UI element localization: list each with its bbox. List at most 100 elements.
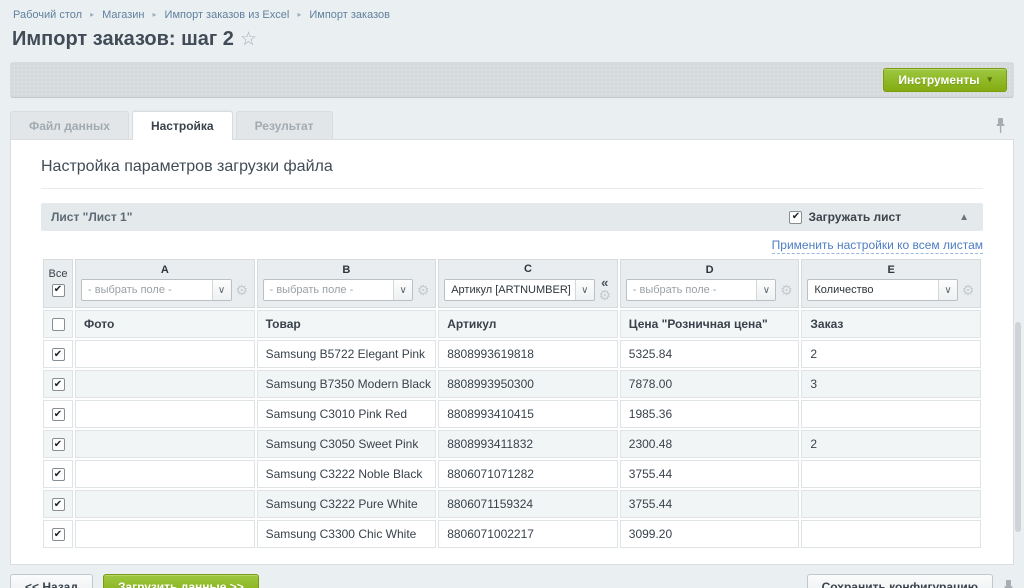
checkmark-icon: ✔ <box>54 380 62 390</box>
favorite-star-icon[interactable]: ☆ <box>240 29 257 50</box>
page-title: Импорт заказов: шаг 2☆ <box>12 28 1024 51</box>
row-checkbox[interactable]: ✔ <box>52 498 65 511</box>
tab-label: Файл данных <box>29 119 110 133</box>
breadcrumb-link-desktop[interactable]: Рабочий стол <box>13 9 82 21</box>
checkmark-icon: ✔ <box>54 500 62 510</box>
header-sku: Артикул <box>438 310 618 338</box>
gear-icon[interactable]: ⚙ <box>416 283 430 297</box>
field-select-value: - выбрать поле - <box>264 284 394 296</box>
field-select-value: Количество <box>808 284 938 296</box>
load-sheet-checkbox[interactable]: ✔ <box>789 211 802 224</box>
collapse-sheet-icon[interactable]: ▲ <box>959 212 969 223</box>
cell-product: Samsung C3222 Pure White <box>257 490 437 518</box>
caret-down-icon: ▾ <box>987 74 992 85</box>
column-letter: C <box>444 263 612 275</box>
cell-order <box>801 520 981 548</box>
checkmark-icon: ✔ <box>54 470 62 480</box>
tab-label: Настройка <box>151 119 214 133</box>
checkmark-icon: ✔ <box>54 410 62 420</box>
import-table: Все ✔ A - выбрать поле - ∨ ⚙ B - выбрать… <box>41 257 983 550</box>
tab-result[interactable]: Результат <box>236 111 333 139</box>
load-data-button[interactable]: Загрузить данные >> <box>103 574 259 588</box>
breadcrumb-link-store[interactable]: Магазин <box>102 9 144 21</box>
gear-icon[interactable]: ⚙ <box>235 283 249 297</box>
column-mapping-cell-a: A - выбрать поле - ∨ ⚙ <box>75 259 255 308</box>
gear-icon[interactable]: ⚙ <box>598 288 612 302</box>
row-checkbox[interactable]: ✔ <box>52 528 65 541</box>
table-row: ✔ Samsung B7350 Modern Black 88089939503… <box>43 370 981 398</box>
select-all-label: Все <box>44 268 72 280</box>
breadcrumb-separator-icon: ▸ <box>90 10 94 19</box>
field-select-a[interactable]: - выбрать поле - ∨ <box>81 279 232 301</box>
heading-divider <box>41 188 983 189</box>
cell-product: Samsung B7350 Modern Black <box>257 370 437 398</box>
header-order: Заказ <box>801 310 981 338</box>
cell-photo <box>75 400 255 428</box>
save-configuration-button[interactable]: Сохранить конфигурацию <box>807 574 993 588</box>
row-checkbox[interactable]: ✔ <box>52 438 65 451</box>
cell-photo <box>75 370 255 398</box>
sheet-header: Лист "Лист 1" ✔ Загружать лист ▲ <box>41 203 983 231</box>
cell-photo <box>75 340 255 368</box>
cell-order: 2 <box>801 340 981 368</box>
section-heading: Настройка параметров загрузки файла <box>41 158 983 176</box>
column-mapping-row: Все ✔ A - выбрать поле - ∨ ⚙ B - выбрать… <box>43 259 981 308</box>
pin-icon[interactable] <box>1003 580 1014 588</box>
cell-photo <box>75 490 255 518</box>
row-checkbox[interactable]: ✔ <box>52 348 65 361</box>
row-checkbox[interactable]: ✔ <box>52 408 65 421</box>
header-checkbox[interactable]: ✔ <box>52 318 65 331</box>
field-select-value: - выбрать поле - <box>627 284 757 296</box>
cell-price: 3755.44 <box>620 490 800 518</box>
cell-order <box>801 400 981 428</box>
cell-sku: 8808993619818 <box>438 340 618 368</box>
row-checkbox[interactable]: ✔ <box>52 468 65 481</box>
content-panel: Настройка параметров загрузки файла Лист… <box>10 139 1014 565</box>
select-all-checkbox[interactable]: ✔ <box>52 284 65 297</box>
load-sheet-label: Загружать лист <box>808 210 901 224</box>
breadcrumb: Рабочий стол▸Магазин▸Импорт заказов из E… <box>0 0 1024 21</box>
field-select-e[interactable]: Количество ∨ <box>807 279 958 301</box>
row-checkbox[interactable]: ✔ <box>52 378 65 391</box>
table-row: ✔ Samsung C3222 Pure White 8806071159324… <box>43 490 981 518</box>
tab-settings[interactable]: Настройка <box>132 111 233 140</box>
gear-icon[interactable]: ⚙ <box>961 283 975 297</box>
cell-price: 1985.36 <box>620 400 800 428</box>
cell-price: 5325.84 <box>620 340 800 368</box>
load-sheet-toggle[interactable]: ✔ Загружать лист <box>789 210 901 224</box>
column-mapping-cell-d: D - выбрать поле - ∨ ⚙ <box>620 259 800 308</box>
cell-order: 2 <box>801 430 981 458</box>
field-select-d[interactable]: - выбрать поле - ∨ <box>626 279 777 301</box>
cell-sku: 8806071159324 <box>438 490 618 518</box>
field-select-c[interactable]: Артикул [ARTNUMBER] ∨ <box>444 279 595 301</box>
cell-price: 2300.48 <box>620 430 800 458</box>
table-row: ✔ Samsung C3300 Chic White 8806071002217… <box>43 520 981 548</box>
row-checkbox-cell: ✔ <box>43 340 73 368</box>
tab-data-file[interactable]: Файл данных <box>10 111 129 139</box>
cell-sku: 8808993950300 <box>438 370 618 398</box>
back-button[interactable]: << Назад <box>10 574 93 588</box>
column-mapping-cell-b: B - выбрать поле - ∨ ⚙ <box>257 259 437 308</box>
column-letter: E <box>807 264 975 276</box>
field-select-value: Артикул [ARTNUMBER] <box>445 284 575 296</box>
pin-icon[interactable] <box>995 118 1006 133</box>
chevron-down-icon: ∨ <box>938 280 957 300</box>
field-select-b[interactable]: - выбрать поле - ∨ <box>263 279 414 301</box>
scrollbar-thumb[interactable] <box>1015 322 1021 532</box>
chevron-down-icon: ∨ <box>756 280 775 300</box>
tools-button-label: Инструменты <box>898 73 979 87</box>
cell-price: 7878.00 <box>620 370 800 398</box>
cell-order <box>801 490 981 518</box>
breadcrumb-link-import-excel[interactable]: Импорт заказов из Excel <box>165 9 290 21</box>
table-row: ✔ Samsung C3010 Pink Red 8808993410415 1… <box>43 400 981 428</box>
footer-button-bar: << Назад Загрузить данные >> Сохранить к… <box>10 574 1014 588</box>
apply-to-all-sheets-link[interactable]: Применить настройки ко всем листам <box>772 238 983 254</box>
gear-icon[interactable]: ⚙ <box>779 283 793 297</box>
tools-button[interactable]: Инструменты ▾ <box>883 68 1007 92</box>
cell-order <box>801 460 981 488</box>
cell-sku: 8808993410415 <box>438 400 618 428</box>
checkmark-icon: ✔ <box>54 530 62 540</box>
column-letter: A <box>81 264 249 276</box>
cell-photo <box>75 430 255 458</box>
breadcrumb-link-import-orders[interactable]: Импорт заказов <box>309 9 390 21</box>
